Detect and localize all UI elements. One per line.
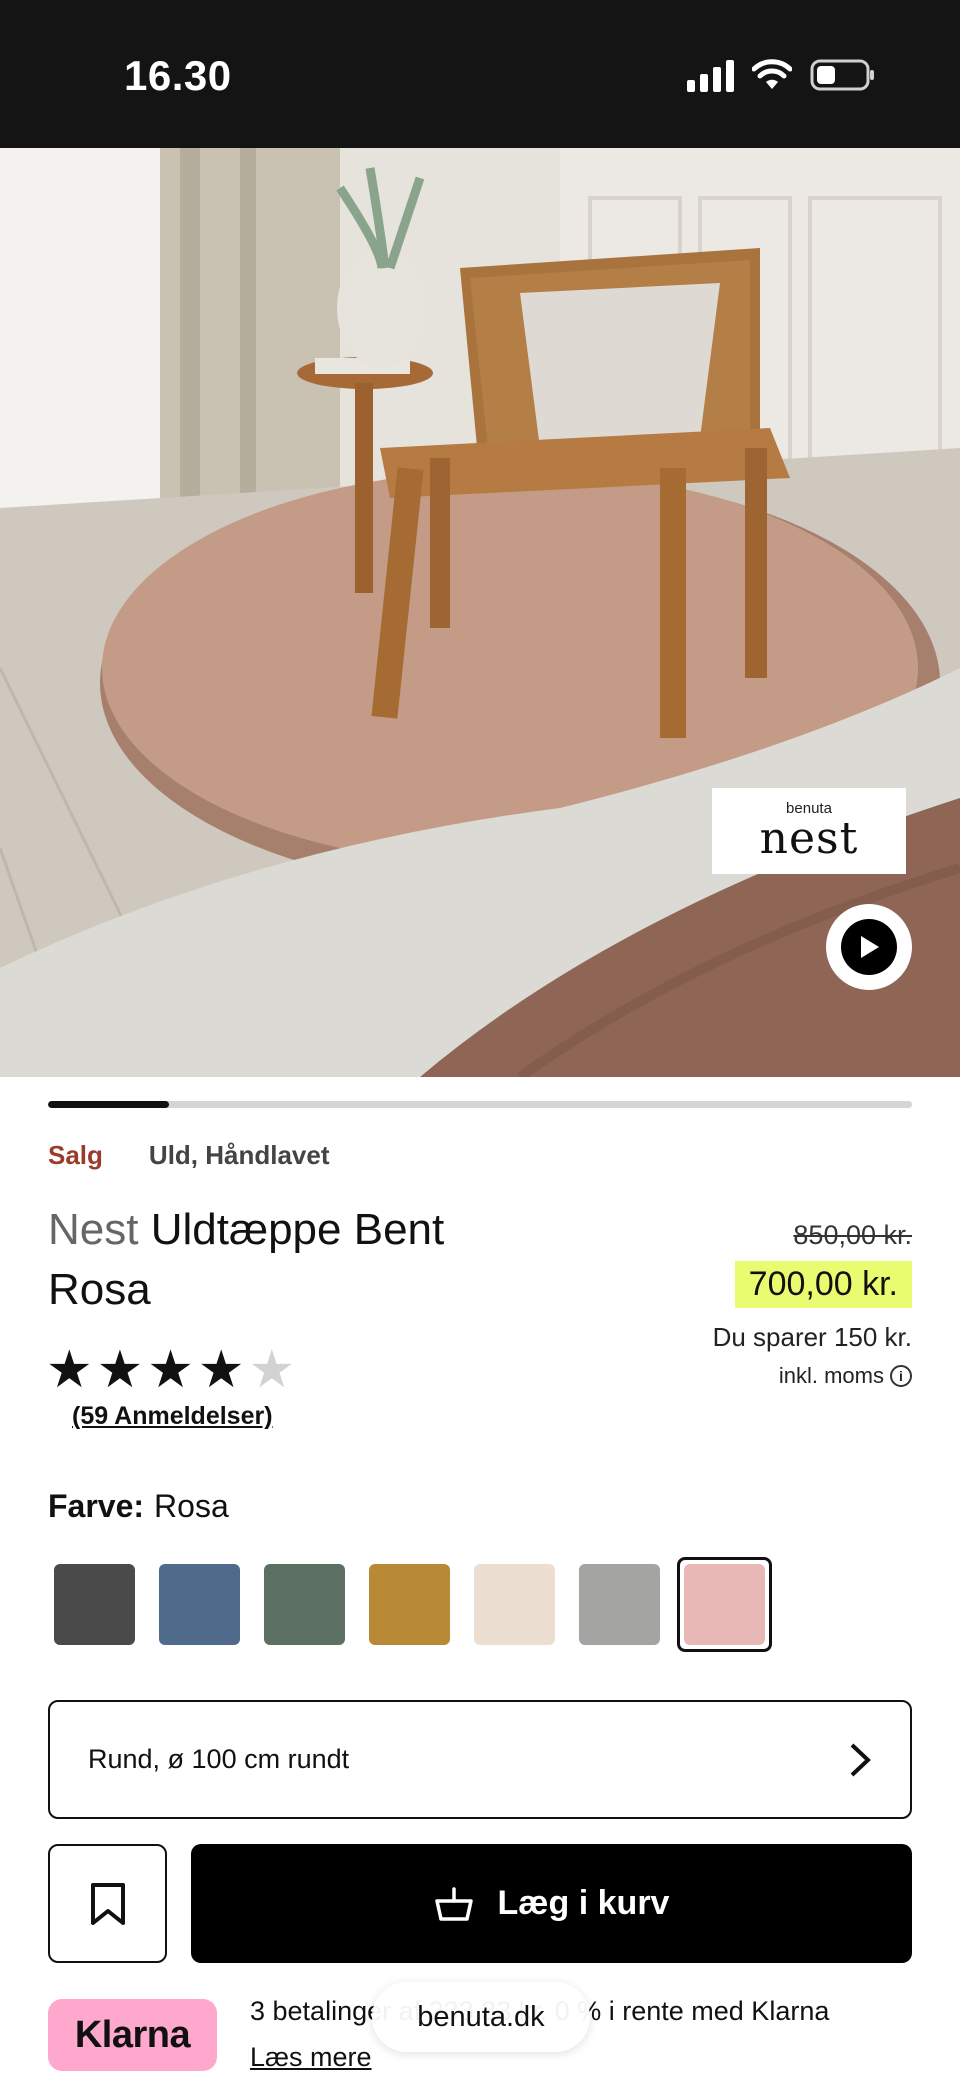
- status-time: 16.30: [124, 52, 232, 99]
- price-block: 850,00 kr. 700,00 kr. Du sparer 150 kr. …: [713, 1220, 912, 1389]
- product-image[interactable]: benuta nest: [0, 148, 960, 1077]
- gallery-progress-fill: [48, 1101, 169, 1108]
- star-filled-icon: ★: [197, 1341, 245, 1399]
- klarna-read-more-link[interactable]: Læs mere: [250, 2042, 372, 2073]
- color-swatch-fill: [684, 1564, 765, 1645]
- product-tags: Salg Uld, Håndlavet: [48, 1140, 330, 1171]
- color-swatch-fill: [54, 1564, 135, 1645]
- color-swatch-fill: [264, 1564, 345, 1645]
- chevron-right-icon: [850, 1743, 871, 1776]
- color-selected-value: Rosa: [154, 1488, 229, 1524]
- product-name-line1: Uldtæppe Bent: [150, 1205, 445, 1254]
- brand-badge: benuta nest: [712, 788, 906, 874]
- status-icons: [687, 58, 876, 92]
- browser-url-pill[interactable]: benuta.dk: [372, 1982, 590, 2052]
- color-swatch[interactable]: [264, 1564, 345, 1652]
- star-rating[interactable]: ★ ★ ★ ★ ★: [46, 1344, 295, 1396]
- product-photo: [0, 148, 960, 1077]
- color-swatch-fill: [369, 1564, 450, 1645]
- color-label-title: Farve:: [48, 1488, 145, 1524]
- add-to-cart-button[interactable]: Læg i kurv: [191, 1844, 912, 1963]
- material-tag: Uld, Håndlavet: [148, 1140, 330, 1170]
- new-price: 700,00 kr.: [734, 1261, 912, 1308]
- sale-tag: Salg: [48, 1140, 103, 1170]
- info-icon[interactable]: i: [890, 1365, 912, 1387]
- star-filled-icon: ★: [96, 1341, 144, 1399]
- star-filled-icon: ★: [147, 1341, 194, 1399]
- color-swatch[interactable]: [474, 1564, 555, 1652]
- product-title: Nest Uldtæppe Bent Rosa: [48, 1200, 518, 1320]
- savings-text: Du sparer 150 kr.: [712, 1322, 912, 1352]
- basket-icon: [434, 1886, 473, 1921]
- battery-icon: [810, 59, 874, 91]
- color-swatch[interactable]: [54, 1564, 135, 1652]
- color-swatch[interactable]: [369, 1564, 450, 1652]
- color-swatch[interactable]: [159, 1564, 240, 1652]
- add-to-cart-label: Læg i kurv: [497, 1884, 670, 1922]
- signal-icon: [687, 58, 734, 92]
- color-swatch[interactable]: [677, 1557, 772, 1652]
- star-empty-icon: ★: [248, 1341, 296, 1399]
- status-bar: 16.30: [0, 0, 960, 148]
- brand-badge-big: nest: [759, 813, 859, 864]
- wifi-icon: [752, 59, 792, 89]
- vat-text: inkl. moms: [778, 1363, 884, 1388]
- play-video-button[interactable]: [826, 904, 912, 990]
- bookmark-icon: [90, 1882, 125, 1925]
- old-price: 850,00 kr.: [793, 1220, 912, 1250]
- product-name-line2: Rosa: [48, 1265, 151, 1314]
- color-swatch-fill: [474, 1564, 555, 1645]
- star-filled-icon: ★: [46, 1341, 93, 1399]
- color-label: Farve: Rosa: [48, 1488, 229, 1525]
- color-swatches: [54, 1557, 772, 1652]
- color-swatch-fill: [579, 1564, 660, 1645]
- product-brand[interactable]: Nest: [48, 1205, 138, 1254]
- wishlist-button[interactable]: [48, 1844, 167, 1963]
- color-swatch-fill: [159, 1564, 240, 1645]
- play-icon: [841, 919, 897, 975]
- klarna-logo: Klarna: [48, 1999, 217, 2071]
- size-select[interactable]: Rund, ø 100 cm rundt: [48, 1700, 912, 1819]
- color-swatch[interactable]: [579, 1564, 660, 1652]
- gallery-progress[interactable]: [48, 1101, 912, 1108]
- reviews-link[interactable]: (59 Anmeldelser): [72, 1402, 273, 1431]
- size-value: Rund, ø 100 cm rundt: [88, 1744, 350, 1774]
- vat-info[interactable]: inkl. moms i: [713, 1363, 912, 1389]
